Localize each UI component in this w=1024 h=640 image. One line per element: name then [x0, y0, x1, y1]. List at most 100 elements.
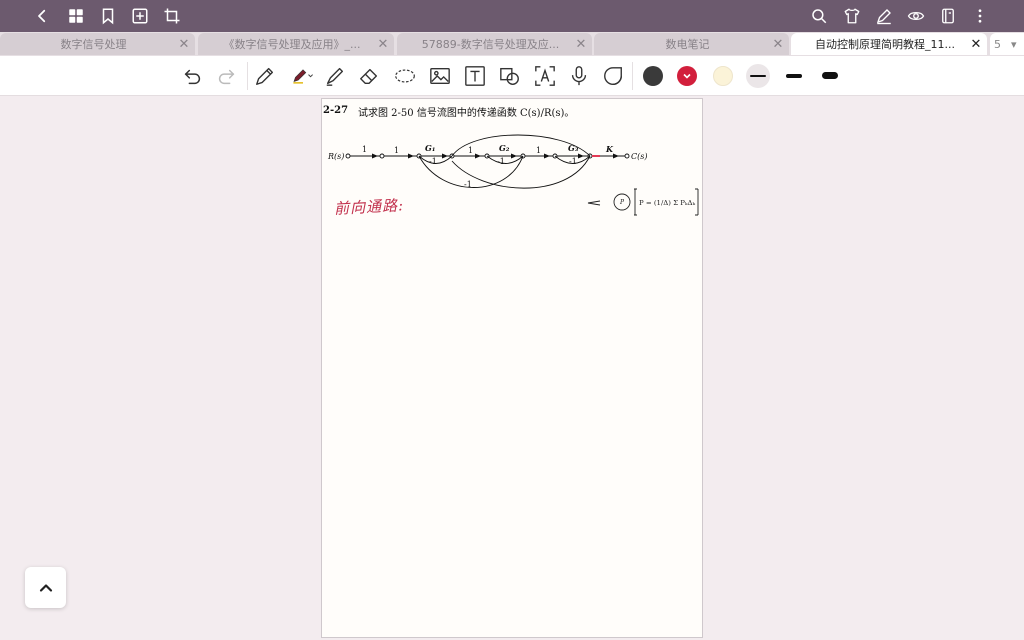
formula-text: P = (1/Δ) Σ PₖΔₖ	[639, 199, 696, 207]
problem-text: 试求图 2-50 信号流图中的传递函数 C(s)/R(s)。	[358, 108, 575, 119]
bookmark-button[interactable]	[96, 4, 120, 28]
document-page[interactable]: 2-27 试求图 2-50 信号流图中的传递函数 C(s)/R(s)。 R(s)…	[321, 98, 703, 638]
microphone-icon	[571, 66, 587, 86]
pencil-red-icon	[293, 69, 313, 84]
stroke-medium[interactable]	[782, 64, 806, 88]
output-label: C(s)	[631, 152, 647, 161]
back-button[interactable]	[30, 4, 54, 28]
image-icon	[430, 67, 450, 85]
feedback-loop-g2	[486, 155, 524, 164]
feedback-label-1: -1	[429, 157, 437, 166]
pen-mode-button[interactable]	[872, 4, 896, 28]
grid-view-button[interactable]	[64, 4, 88, 28]
more-vertical-icon	[978, 9, 982, 23]
feedback-label-3: -1	[569, 157, 577, 166]
stroke-thick-line	[822, 72, 838, 79]
tab-digital-notes[interactable]: 数电笔记 ✕	[594, 33, 789, 55]
lasso-icon	[395, 69, 415, 83]
highlighter-tool[interactable]	[323, 64, 347, 88]
close-icon[interactable]: ✕	[965, 37, 987, 52]
stroke-medium-line	[786, 74, 802, 78]
more-options-button[interactable]	[968, 4, 992, 28]
sticker-tool[interactable]	[601, 64, 625, 88]
text-box-icon	[465, 66, 485, 86]
tab-bar: 数字信号处理 ✕ 《数字信号处理及应用》_... ✕ 57889-数字信号处理及…	[0, 32, 1024, 56]
gain-g2: G₂	[499, 143, 510, 153]
tab-title: 自动控制原理简明教程_11...	[815, 38, 955, 51]
chevron-up-icon	[39, 583, 52, 592]
stroke-thick[interactable]	[818, 64, 842, 88]
tab-title: 《数字信号处理及应用》_...	[223, 38, 361, 51]
notebook-icon	[942, 8, 954, 24]
feedback-label-4: -1	[464, 180, 472, 189]
divider	[247, 62, 248, 90]
top-bar	[0, 0, 1024, 32]
close-icon[interactable]: ✕	[372, 37, 394, 52]
shapes-tool[interactable]	[498, 64, 522, 88]
shirt-icon	[844, 8, 860, 24]
branch-gain-3: 1	[468, 146, 473, 155]
undo-button[interactable]	[181, 64, 205, 88]
chevron-down-icon: ▾	[1011, 37, 1017, 51]
tab-57889[interactable]: 57889-数字信号处理及应... ✕	[397, 33, 592, 55]
search-icon	[812, 9, 827, 24]
tab-auto-control[interactable]: 自动控制原理简明教程_11... ✕	[791, 33, 987, 55]
sticker-icon	[604, 67, 622, 85]
text-recognition-icon	[535, 66, 555, 86]
crop-icon	[164, 8, 180, 24]
highlighter-icon	[326, 67, 344, 86]
feedback-label-2: -1	[497, 157, 505, 166]
pen-tool[interactable]	[253, 64, 277, 88]
problem-number: 2-27	[323, 105, 349, 116]
plus-square-icon	[132, 8, 148, 24]
close-icon[interactable]: ✕	[173, 37, 195, 52]
eye-icon	[907, 11, 925, 21]
color-swatch-red-selected[interactable]	[677, 66, 697, 86]
voice-tool[interactable]	[567, 64, 591, 88]
tab-title: 数电笔记	[665, 38, 710, 51]
close-icon[interactable]: ✕	[570, 37, 592, 52]
chevron-down-icon	[683, 73, 691, 79]
close-icon[interactable]: ✕	[767, 37, 789, 52]
lasso-tool[interactable]	[392, 64, 418, 88]
chevron-left-icon	[38, 9, 46, 23]
input-label: R(s)	[327, 152, 344, 161]
handwritten-formula: P P = (1/Δ) Σ PₖΔₖ	[587, 188, 699, 216]
tab-count-button[interactable]: 5 ▾	[990, 33, 1024, 55]
redo-icon	[218, 69, 235, 85]
theme-button[interactable]	[840, 4, 864, 28]
tab-dsp[interactable]: 数字信号处理 ✕	[0, 33, 195, 55]
shapes-icon	[500, 67, 519, 85]
tab-dsp-applications[interactable]: 《数字信号处理及应用》_... ✕	[198, 33, 394, 55]
scroll-to-top-button[interactable]	[25, 567, 66, 608]
image-tool[interactable]	[428, 64, 452, 88]
fountain-pen-icon	[256, 67, 274, 85]
search-button[interactable]	[807, 4, 831, 28]
tab-count: 5	[994, 37, 1001, 51]
divider	[632, 62, 633, 90]
ocr-tool[interactable]	[533, 64, 557, 88]
gain-g1: G₁	[425, 143, 435, 153]
view-mode-button[interactable]	[904, 4, 928, 28]
tab-title: 57889-数字信号处理及应...	[421, 38, 560, 51]
branch-gain-1: 1	[362, 145, 367, 154]
bookmark-icon	[102, 8, 114, 25]
tab-title: 数字信号处理	[60, 38, 127, 51]
notebook-button[interactable]	[936, 4, 960, 28]
drawing-toolbar	[0, 56, 1024, 96]
add-page-button[interactable]	[128, 4, 152, 28]
gain-g3: G₃	[568, 143, 579, 153]
stroke-thin-selected[interactable]	[746, 64, 770, 88]
text-tool[interactable]	[463, 64, 487, 88]
handwritten-note: 前向通路:	[333, 196, 405, 218]
undo-icon	[184, 69, 201, 85]
pencil-tool-selected[interactable]	[287, 64, 319, 88]
color-swatch-cream[interactable]	[713, 66, 733, 86]
crop-button[interactable]	[160, 4, 184, 28]
eraser-tool[interactable]	[357, 64, 381, 88]
redo-button[interactable]	[214, 64, 238, 88]
branch-gain-4: 1	[536, 146, 541, 155]
grid-icon	[69, 9, 83, 23]
color-swatch-dark[interactable]	[643, 66, 663, 86]
pen-line-icon	[876, 9, 891, 25]
